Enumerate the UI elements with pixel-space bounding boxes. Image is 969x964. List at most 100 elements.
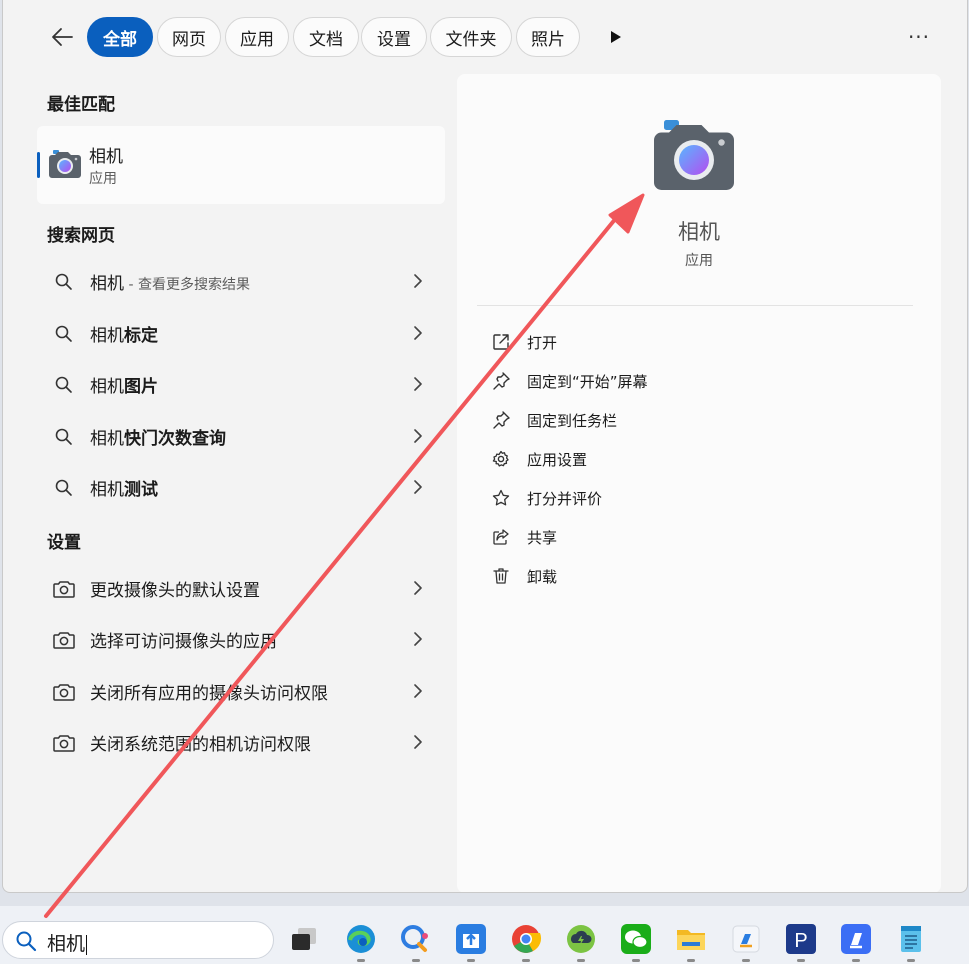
baidu-netdisk-icon[interactable] — [564, 922, 598, 962]
search-panel: 全部 网页 应用 文档 设置 文件夹 照片 ··· 最佳匹配 相机 应用 搜索网… — [2, 0, 968, 893]
action-label: 应用设置 — [527, 450, 588, 469]
action-rate[interactable]: 打分并评价 — [481, 480, 921, 516]
search-icon — [53, 374, 75, 396]
query-text: 相机 — [90, 428, 124, 449]
running-indicator — [577, 959, 585, 962]
open-external-icon — [491, 332, 511, 352]
settings-item[interactable]: 关闭所有应用的摄像头访问权限 — [37, 668, 445, 714]
search-icon — [53, 477, 75, 499]
action-app-settings[interactable]: 应用设置 — [481, 441, 921, 477]
running-indicator — [687, 959, 695, 962]
taskbar-search-box[interactable]: 相机 — [2, 921, 274, 959]
back-button[interactable] — [47, 22, 77, 52]
edge-icon[interactable] — [344, 922, 378, 962]
wechat-icon[interactable] — [619, 922, 653, 962]
suggestion-text: 标定 — [124, 325, 158, 346]
chevron-right-icon — [409, 630, 425, 648]
suggestion-text: 测试 — [124, 479, 158, 500]
query-text: 相机 — [90, 273, 124, 294]
settings-item-label: 关闭系统范围的相机访问权限 — [90, 734, 311, 755]
settings-item[interactable]: 选择可访问摄像头的应用 — [37, 616, 445, 662]
remote-desktop-app-icon[interactable] — [729, 922, 763, 962]
action-pin-start[interactable]: 固定到“开始”屏幕 — [481, 363, 921, 399]
divider — [477, 305, 913, 306]
more-tabs-button[interactable] — [603, 24, 629, 50]
camera-app-icon — [654, 120, 734, 190]
action-share[interactable]: 共享 — [481, 519, 921, 555]
running-indicator — [412, 959, 420, 962]
filter-bar: 全部 网页 应用 文档 设置 文件夹 照片 ··· — [3, 0, 967, 74]
settings-item[interactable]: 更改摄像头的默认设置 — [37, 565, 445, 611]
pin-icon — [491, 371, 511, 391]
suggestion-hint: - 查看更多搜索结果 — [124, 276, 250, 293]
tab-web[interactable]: 网页 — [157, 17, 221, 57]
svg-text:P: P — [794, 930, 807, 952]
camera-app-icon — [49, 150, 81, 178]
tab-photos[interactable]: 照片 — [516, 17, 580, 57]
web-search-item[interactable]: 相机标定 — [37, 310, 445, 356]
running-indicator — [907, 959, 915, 962]
best-match-heading: 最佳匹配 — [47, 95, 115, 115]
camera-settings-icon — [53, 629, 75, 651]
pin-icon — [491, 410, 511, 430]
tab-all[interactable]: 全部 — [87, 17, 153, 57]
search-icon — [53, 323, 75, 345]
settings-item-label: 关闭所有应用的摄像头访问权限 — [90, 683, 328, 704]
camera-settings-icon — [53, 732, 75, 754]
detail-pane: 相机 应用 打开 固定到“开始”屏幕 固定到任务栏 应用设置 打分并评价 共享 — [457, 74, 941, 892]
search-icon — [53, 271, 75, 293]
running-indicator — [742, 959, 750, 962]
settings-item[interactable]: 关闭系统范围的相机访问权限 — [37, 719, 445, 765]
query-text: 相机 — [90, 479, 124, 500]
web-search-heading: 搜索网页 — [47, 226, 115, 246]
query-text: 相机 — [90, 376, 124, 397]
settings-item-label: 更改摄像头的默认设置 — [90, 580, 260, 601]
running-indicator — [357, 959, 365, 962]
chrome-icon[interactable] — [509, 922, 543, 962]
tab-folders[interactable]: 文件夹 — [430, 17, 512, 57]
tab-documents[interactable]: 文档 — [293, 17, 359, 57]
web-search-item[interactable]: 相机测试 — [37, 464, 445, 510]
best-match-name: 相机 — [89, 147, 123, 167]
more-options-button[interactable]: ··· — [903, 24, 935, 50]
web-search-item[interactable]: 相机 - 查看更多搜索结果 — [37, 258, 445, 304]
back-arrow-icon — [52, 28, 73, 46]
search-input[interactable]: 相机 — [47, 933, 85, 955]
chevron-right-icon — [409, 733, 425, 751]
detail-app-name: 相机 — [678, 220, 720, 244]
action-open[interactable]: 打开 — [481, 324, 921, 360]
chevron-right-icon — [409, 478, 425, 496]
tab-apps[interactable]: 应用 — [225, 17, 289, 57]
web-search-item[interactable]: 相机快门次数查询 — [37, 413, 445, 459]
best-match-item[interactable]: 相机 应用 — [37, 126, 445, 204]
star-icon — [491, 488, 511, 508]
action-label: 卸载 — [527, 567, 558, 586]
remote-app-2-icon[interactable] — [839, 922, 873, 962]
settings-item-label: 选择可访问摄像头的应用 — [90, 631, 277, 652]
action-label: 共享 — [527, 528, 558, 547]
share-icon — [491, 527, 511, 547]
copilot-icon[interactable] — [399, 922, 433, 962]
detail-app-kind: 应用 — [685, 253, 713, 269]
web-search-item[interactable]: 相机图片 — [37, 361, 445, 407]
trash-icon — [491, 566, 511, 586]
task-view-icon[interactable] — [287, 922, 321, 956]
notepad-icon[interactable] — [894, 922, 928, 962]
running-indicator — [852, 959, 860, 962]
text-caret — [86, 934, 88, 955]
action-label: 打开 — [527, 333, 558, 352]
chevron-right-icon — [409, 682, 425, 700]
running-indicator — [522, 959, 530, 962]
action-pin-taskbar[interactable]: 固定到任务栏 — [481, 402, 921, 438]
settings-heading: 设置 — [47, 533, 81, 553]
tab-settings[interactable]: 设置 — [361, 17, 427, 57]
pdf-app-icon[interactable]: P — [784, 922, 818, 962]
suggestion-text: 快门次数查询 — [124, 428, 226, 449]
action-uninstall[interactable]: 卸载 — [481, 558, 921, 594]
file-explorer-icon[interactable] — [674, 922, 708, 962]
chevron-right-icon — [409, 375, 425, 393]
play-icon — [611, 31, 621, 43]
action-label: 固定到“开始”屏幕 — [527, 372, 648, 391]
camera-settings-icon — [53, 578, 75, 600]
tencent-app-icon[interactable] — [454, 922, 488, 962]
